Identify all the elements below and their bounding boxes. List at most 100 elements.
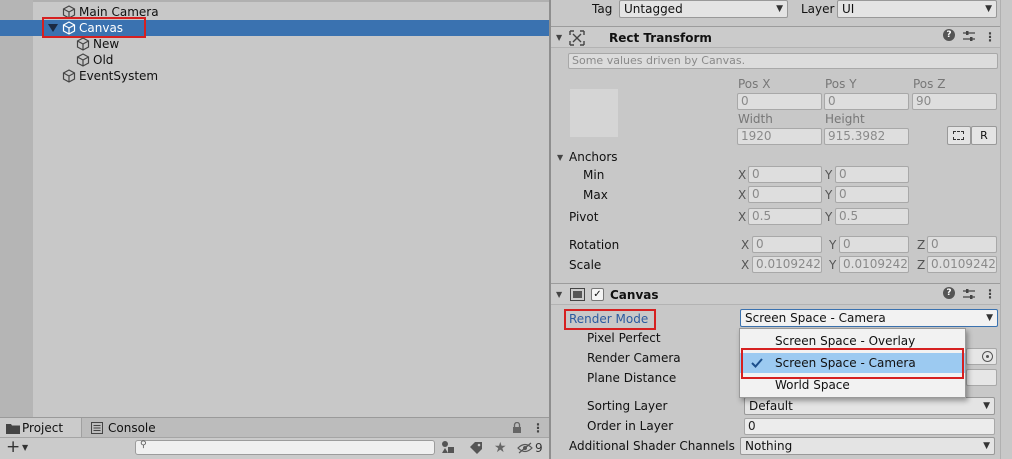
scale-x-field[interactable]: 0.0109242 [752, 256, 822, 273]
chevron-down-icon[interactable]: ▼ [22, 443, 28, 452]
foldout-expanded-icon[interactable]: ▼ [556, 33, 562, 42]
foldout-expanded-icon[interactable]: ▼ [556, 290, 562, 299]
project-search-input[interactable]: ⚲ [135, 440, 435, 455]
render-mode-value: Screen Space - Camera [745, 311, 886, 325]
render-mode-dropdown[interactable]: Screen Space - Camera ▼ [740, 309, 998, 327]
sorting-layer-label: Sorting Layer [587, 399, 668, 413]
plane-distance-field[interactable] [966, 369, 997, 386]
help-icon[interactable]: ? [943, 29, 955, 41]
shader-channels-label: Additional Shader Channels [569, 439, 735, 453]
component-title: Canvas [610, 288, 659, 302]
more-options-icon[interactable]: ⋮ [984, 27, 996, 47]
more-options-icon[interactable]: ⋮ [984, 284, 996, 304]
lock-icon[interactable] [512, 422, 522, 434]
inspector-scrollbar[interactable] [1000, 0, 1012, 459]
axis-x-label: X [738, 188, 747, 202]
axis-x-label: X [738, 168, 747, 182]
axis-z-label: Z [917, 238, 926, 252]
render-camera-field[interactable] [966, 348, 997, 365]
hierarchy-top-divider [33, 0, 549, 2]
render-mode-highlight-box [564, 309, 656, 330]
pivot-label: Pivot [569, 210, 599, 224]
favorite-star-icon[interactable]: ★ [494, 438, 507, 458]
anchor-presets-thumbnail[interactable] [570, 89, 618, 137]
component-enabled-checkbox[interactable]: ✓ [591, 288, 604, 301]
canvas-component-header[interactable]: ▼ ✓ Canvas ? ⋮ [551, 283, 1012, 305]
anchor-min-y-field[interactable]: 0 [835, 166, 909, 183]
presets-icon[interactable] [963, 30, 975, 42]
tab-console[interactable]: Console [86, 418, 166, 438]
chevron-down-icon: ▼ [986, 313, 993, 323]
chevron-down-icon: ▼ [983, 441, 990, 451]
height-label: Height [825, 112, 865, 126]
hidden-packages-count: 9 [535, 441, 543, 455]
tab-label: Project [22, 421, 64, 435]
axis-y-label: Y [825, 168, 833, 182]
pos-z-label: Pos Z [913, 77, 946, 91]
pivot-x-field[interactable]: 0.5 [748, 208, 822, 225]
hidden-packages-icon[interactable] [517, 442, 533, 454]
layer-dropdown[interactable]: UI ▼ [837, 0, 997, 18]
anchors-foldout-icon[interactable]: ▼ [557, 153, 563, 162]
hierarchy-item-new[interactable]: New [0, 36, 549, 52]
axis-y-label: Y [825, 210, 833, 224]
tag-dropdown[interactable]: Untagged ▼ [619, 0, 788, 18]
rotation-x-field[interactable]: 0 [752, 236, 822, 253]
console-icon [91, 422, 103, 434]
label-tag-icon[interactable] [469, 441, 483, 454]
presets-icon[interactable] [963, 288, 975, 300]
more-options-icon[interactable]: ⋮ [532, 418, 544, 438]
scale-z-field[interactable]: 0.0109242 [927, 256, 997, 273]
anchor-max-label: Max [583, 188, 608, 202]
pos-z-field[interactable]: 90 [912, 93, 997, 110]
rotation-z-field[interactable]: 0 [927, 236, 997, 253]
width-field[interactable]: 1920 [737, 128, 822, 145]
filter-by-type-icon[interactable] [441, 440, 455, 455]
axis-z-label: Z [917, 258, 926, 272]
hierarchy-item-label: Old [93, 53, 114, 67]
shader-channels-dropdown[interactable]: Nothing ▼ [740, 437, 995, 455]
pivot-y-field[interactable]: 0.5 [835, 208, 909, 225]
anchor-max-x-field[interactable]: 0 [748, 186, 822, 203]
pos-x-field[interactable]: 0 [737, 93, 822, 110]
project-tab-bar: Project Console ⋮ [0, 417, 549, 438]
tag-label: Tag [592, 2, 613, 16]
gameobject-icon [76, 37, 90, 51]
add-icon[interactable]: + [6, 436, 20, 458]
selected-option-highlight-box [741, 348, 964, 379]
rect-transform-header[interactable]: ▼ Rect Transform ? ⋮ [551, 26, 1012, 48]
hierarchy-item-old[interactable]: Old [0, 52, 549, 68]
pos-y-label: Pos Y [825, 77, 857, 91]
object-picker-icon[interactable] [982, 351, 993, 362]
layer-label: Layer [801, 2, 835, 16]
height-field[interactable]: 915.3982 [824, 128, 909, 145]
hierarchy-item-eventsystem[interactable]: EventSystem [0, 68, 549, 84]
canvas-icon [570, 288, 585, 301]
rotation-y-field[interactable]: 0 [839, 236, 909, 253]
axis-y-label: Y [829, 238, 837, 252]
component-title: Rect Transform [609, 31, 712, 45]
chevron-down-icon: ▼ [776, 4, 783, 14]
search-icon: ⚲ [140, 440, 147, 450]
hierarchy-item-label: New [93, 37, 120, 51]
order-in-layer-field[interactable]: 0 [744, 418, 995, 435]
order-in-layer-label: Order in Layer [587, 419, 674, 433]
chevron-down-icon: ▼ [983, 401, 990, 411]
blueprint-icon [953, 131, 964, 140]
hierarchy-panel: Main Camera Canvas New Old EventSystem [0, 0, 549, 417]
pos-y-field[interactable]: 0 [824, 93, 909, 110]
axis-x-label: X [741, 258, 750, 272]
sorting-layer-dropdown[interactable]: Default ▼ [744, 397, 995, 415]
anchor-min-x-field[interactable]: 0 [748, 166, 822, 183]
shader-channels-value: Nothing [745, 439, 793, 453]
folder-icon [6, 423, 20, 434]
blueprint-mode-button[interactable] [947, 126, 971, 145]
raw-edit-button[interactable]: R [971, 126, 997, 145]
anchor-max-y-field[interactable]: 0 [835, 186, 909, 203]
scale-y-field[interactable]: 0.0109242 [839, 256, 909, 273]
pos-x-label: Pos X [738, 77, 771, 91]
help-icon[interactable]: ? [943, 287, 955, 299]
rotation-label: Rotation [569, 238, 620, 252]
tab-project[interactable]: Project [0, 418, 82, 438]
layer-value: UI [842, 2, 855, 16]
